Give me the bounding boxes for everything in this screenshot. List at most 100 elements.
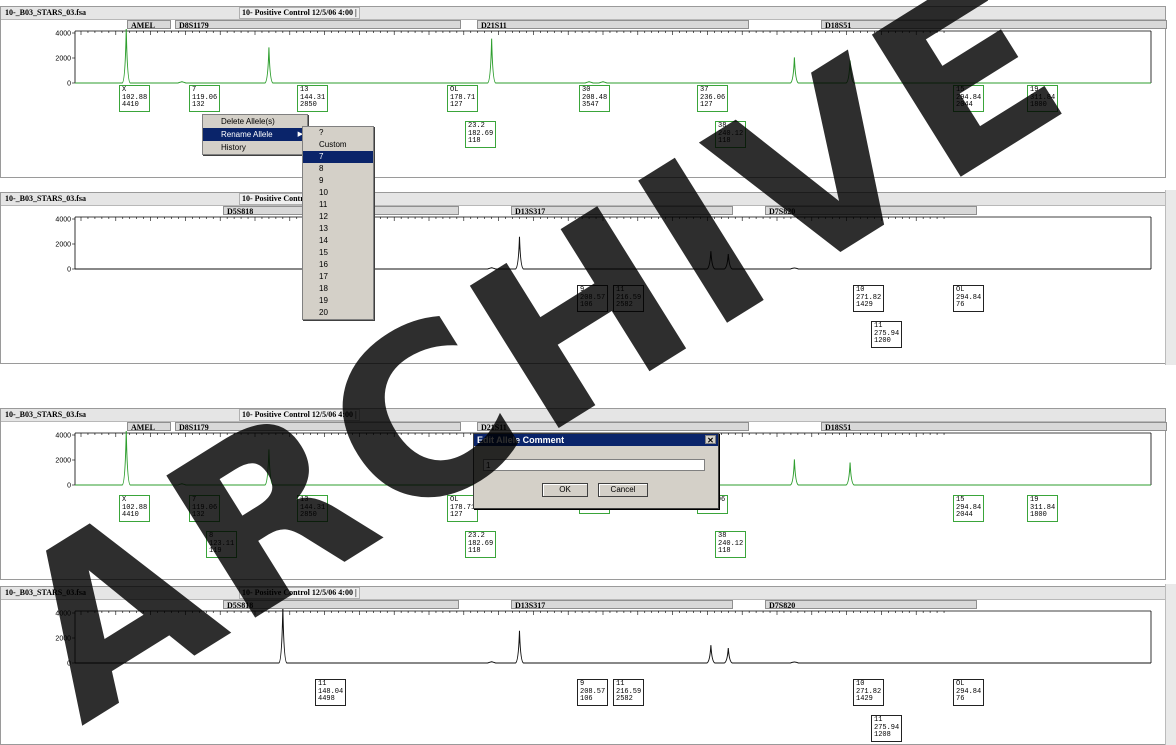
allele-label[interactable]: 11 216.59 2582 (613, 285, 645, 312)
x-tick-label: 170 (354, 609, 366, 611)
panel-title-bar: 10-_B03_STARS_03.fsa 10- Positive Contro… (1, 7, 1165, 20)
locus-bar-amel[interactable]: AMEL (127, 422, 171, 432)
x-tick-label: 260 (667, 609, 679, 611)
locus-bar-d7s820[interactable]: D7S820 (765, 206, 977, 216)
electropherogram-plot[interactable]: 9010011012013014015016017018019020021022… (1, 215, 1167, 295)
submenu-item-0[interactable]: ? (303, 127, 373, 139)
ok-button[interactable]: OK (542, 483, 588, 497)
x-tick-label: 320 (876, 431, 888, 433)
x-tick-label: 280 (736, 215, 748, 217)
submenu-item-2[interactable]: 7 (303, 151, 373, 163)
locus-bar-d18s51[interactable]: D18S51 (821, 422, 1167, 432)
x-tick-label: 90 (77, 29, 85, 31)
x-tick-label: 280 (736, 609, 748, 611)
x-tick-label: 100 (110, 215, 122, 217)
submenu-item-4[interactable]: 9 (303, 175, 373, 187)
submenu-item-8[interactable]: 13 (303, 223, 373, 235)
allele-label[interactable]: 7 119.06 132 (189, 495, 221, 522)
x-tick-label: 160 (319, 609, 331, 611)
locus-bar-d7s820[interactable]: D7S820 (765, 600, 977, 610)
allele-label[interactable]: 37 236.06 127 (697, 85, 729, 112)
x-tick-label: 220 (528, 609, 540, 611)
locus-bar-d21s11[interactable]: D21S11 (477, 422, 749, 432)
allele-label[interactable]: OL 294.84 76 (953, 285, 985, 312)
close-icon[interactable]: ✕ (705, 435, 716, 445)
x-tick-label: 270 (702, 609, 714, 611)
control-label: 10- Positive Control 12/5/06 4:00 | (239, 409, 360, 421)
cancel-button[interactable]: Cancel (598, 483, 648, 497)
x-tick-label: 170 (354, 29, 366, 31)
x-tick-label: 260 (667, 215, 679, 217)
allele-label[interactable]: 9 208.57 106 (577, 679, 609, 706)
x-tick-label: 220 (528, 29, 540, 31)
submenu-item-9[interactable]: 14 (303, 235, 373, 247)
submenu-item-7[interactable]: 12 (303, 211, 373, 223)
submenu-item-11[interactable]: 16 (303, 259, 373, 271)
allele-label[interactable]: 11 216.59 2582 (613, 679, 645, 706)
x-tick-label: 150 (284, 609, 296, 611)
locus-bar-d13s317[interactable]: D13S317 (511, 600, 733, 610)
x-tick-label: 310 (841, 29, 853, 31)
locus-bar-d5s818[interactable]: D5S818 (223, 600, 459, 610)
vertical-scrollbar[interactable] (1165, 584, 1176, 745)
x-tick-label: 250 (632, 609, 644, 611)
x-tick-label: 140 (249, 609, 261, 611)
allele-label[interactable]: 15 294.84 2044 (953, 495, 985, 522)
submenu-item-12[interactable]: 17 (303, 271, 373, 283)
allele-label[interactable]: 11 275.94 1200 (871, 321, 903, 348)
vertical-scrollbar[interactable] (1165, 190, 1176, 365)
submenu-item-3[interactable]: 8 (303, 163, 373, 175)
allele-label[interactable]: 10 271.82 1429 (853, 285, 885, 312)
x-tick-label: 230 (562, 29, 574, 31)
allele-label[interactable]: 13 144.31 2850 (297, 495, 329, 522)
allele-label[interactable]: 8 123.11 119 (206, 531, 238, 558)
signal-trace[interactable] (75, 236, 1151, 270)
x-tick-label: 180 (388, 609, 400, 611)
submenu-item-14[interactable]: 19 (303, 295, 373, 307)
allele-label[interactable]: 11 275.94 1208 (871, 715, 903, 742)
allele-label[interactable]: X 102.88 4410 (119, 85, 151, 112)
menu-item-rename-allele[interactable]: Rename Allele ▶ (203, 128, 307, 141)
x-tick-label: 190 (423, 29, 435, 31)
locus-bar-d13s317[interactable]: D13S317 (511, 206, 733, 216)
allele-label[interactable]: 19 311.84 1800 (1027, 495, 1059, 522)
y-tick-label: 0 (67, 267, 71, 274)
locus-bar-amel[interactable]: AMEL (127, 20, 171, 30)
submenu-item-13[interactable]: 18 (303, 283, 373, 295)
submenu-item-5[interactable]: 10 (303, 187, 373, 199)
submenu-item-10[interactable]: 15 (303, 247, 373, 259)
sample-file-label: 10-_B03_STARS_03.fsa (5, 8, 86, 17)
allele-label[interactable]: 23.2 182.69 118 (465, 121, 497, 148)
electropherogram-plot[interactable]: 9010011012013014015016017018019020021022… (1, 609, 1167, 689)
allele-label[interactable]: X 102.88 4410 (119, 495, 151, 522)
allele-label[interactable]: 13 144.31 2850 (297, 85, 329, 112)
locus-bar-d8s1179[interactable]: D8S1179 (175, 422, 461, 432)
menu-item-delete-allele[interactable]: Delete Allele(s) (203, 115, 307, 128)
allele-label[interactable]: 38 240.12 118 (715, 121, 747, 148)
allele-label[interactable]: 11 148.04 4498 (315, 679, 347, 706)
submenu-item-6[interactable]: 11 (303, 199, 373, 211)
allele-label[interactable]: OL 294.84 76 (953, 679, 985, 706)
locus-bar-d21s11[interactable]: D21S11 (477, 20, 749, 30)
allele-label[interactable]: 19 311.84 1800 (1027, 85, 1059, 112)
allele-label[interactable]: 23.2 182.69 118 (465, 531, 497, 558)
allele-label[interactable]: 15 294.84 2044 (953, 85, 985, 112)
allele-label[interactable]: 7 119.06 132 (189, 85, 221, 112)
allele-comment-input[interactable] (483, 459, 705, 471)
submenu-item-1[interactable]: Custom (303, 139, 373, 151)
allele-label[interactable]: OL 178.71 127 (447, 85, 479, 112)
edit-allele-comment-dialog: Edit Allele Comment ✕ OK Cancel (473, 433, 719, 509)
locus-bar-d18s51[interactable]: D18S51 (821, 20, 1167, 30)
allele-label[interactable]: 9 208.57 106 (577, 285, 609, 312)
allele-label[interactable]: 38 240.12 118 (715, 531, 747, 558)
signal-trace[interactable] (75, 609, 1151, 664)
x-tick-label: 120 (180, 29, 192, 31)
y-tick-label: 0 (67, 81, 71, 88)
allele-label[interactable]: 30 208.48 3547 (579, 85, 611, 112)
signal-trace[interactable] (75, 29, 1151, 84)
menu-item-history[interactable]: History (203, 141, 307, 154)
y-tick-label: 4000 (55, 217, 71, 224)
locus-bar-d8s1179[interactable]: D8S1179 (175, 20, 461, 30)
allele-label[interactable]: 10 271.82 1429 (853, 679, 885, 706)
submenu-item-15[interactable]: 20 (303, 307, 373, 319)
